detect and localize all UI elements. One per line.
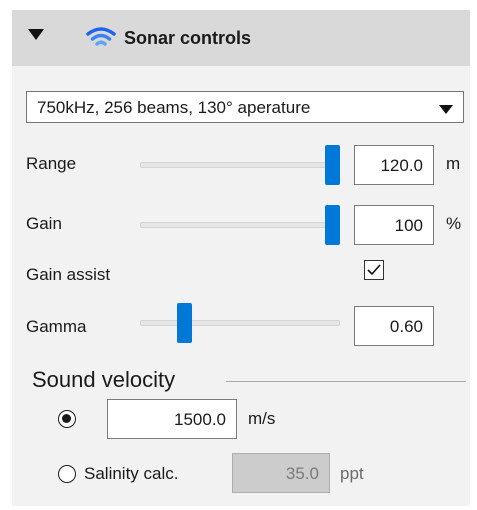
gamma-input[interactable]: 0.60 <box>354 306 434 346</box>
gain-unit: % <box>446 214 462 233</box>
panel-header[interactable]: Sonar controls <box>12 10 470 66</box>
caret-down-icon <box>439 102 453 120</box>
sound-velocity-title: Sound velocity <box>32 367 176 392</box>
gain-value: 100 <box>394 216 423 235</box>
gain-input[interactable]: 100 <box>354 205 434 245</box>
range-input[interactable]: 120.0 <box>354 145 434 185</box>
checkmark-icon <box>367 264 381 276</box>
gain-slider-track[interactable] <box>140 222 340 228</box>
gain-slider-thumb[interactable] <box>325 205 340 245</box>
group-divider <box>226 381 466 382</box>
range-slider-track[interactable] <box>140 162 340 168</box>
manual-velocity-radio[interactable] <box>58 410 76 428</box>
radio-dot <box>62 414 71 423</box>
gamma-value: 0.60 <box>389 317 423 336</box>
gain-assist-checkbox[interactable] <box>364 260 384 280</box>
gamma-slider-thumb[interactable] <box>177 303 192 343</box>
sonar-preset-dropdown[interactable]: 750kHz, 256 beams, 130° aperature <box>26 91 464 123</box>
salinity-input[interactable]: 35.0 <box>232 453 330 493</box>
sound-velocity-value: 1500.0 <box>174 410 226 429</box>
salinity-calc-radio[interactable] <box>58 465 76 483</box>
sound-velocity-unit: m/s <box>248 409 276 428</box>
wifi-signal-icon <box>86 25 116 56</box>
sound-velocity-input[interactable]: 1500.0 <box>107 399 237 439</box>
range-slider-thumb[interactable] <box>325 145 340 185</box>
range-value: 120.0 <box>380 156 423 175</box>
range-label: Range <box>26 154 77 173</box>
gain-label: Gain <box>26 214 62 233</box>
gamma-label: Gamma <box>26 317 87 336</box>
caret-down-icon[interactable] <box>28 28 44 46</box>
sonar-controls-panel: Sonar controls 750kHz, 256 beams, 130° a… <box>12 10 470 506</box>
gain-assist-label: Gain assist <box>26 265 111 284</box>
gamma-slider-track[interactable] <box>140 320 340 326</box>
preset-selected-value: 750kHz, 256 beams, 130° aperature <box>37 98 311 117</box>
panel-title: Sonar controls <box>124 28 252 48</box>
salinity-value: 35.0 <box>285 464 319 483</box>
salinity-unit: ppt <box>340 464 364 483</box>
salinity-calc-label: Salinity calc. <box>84 464 179 483</box>
range-unit: m <box>446 154 461 173</box>
